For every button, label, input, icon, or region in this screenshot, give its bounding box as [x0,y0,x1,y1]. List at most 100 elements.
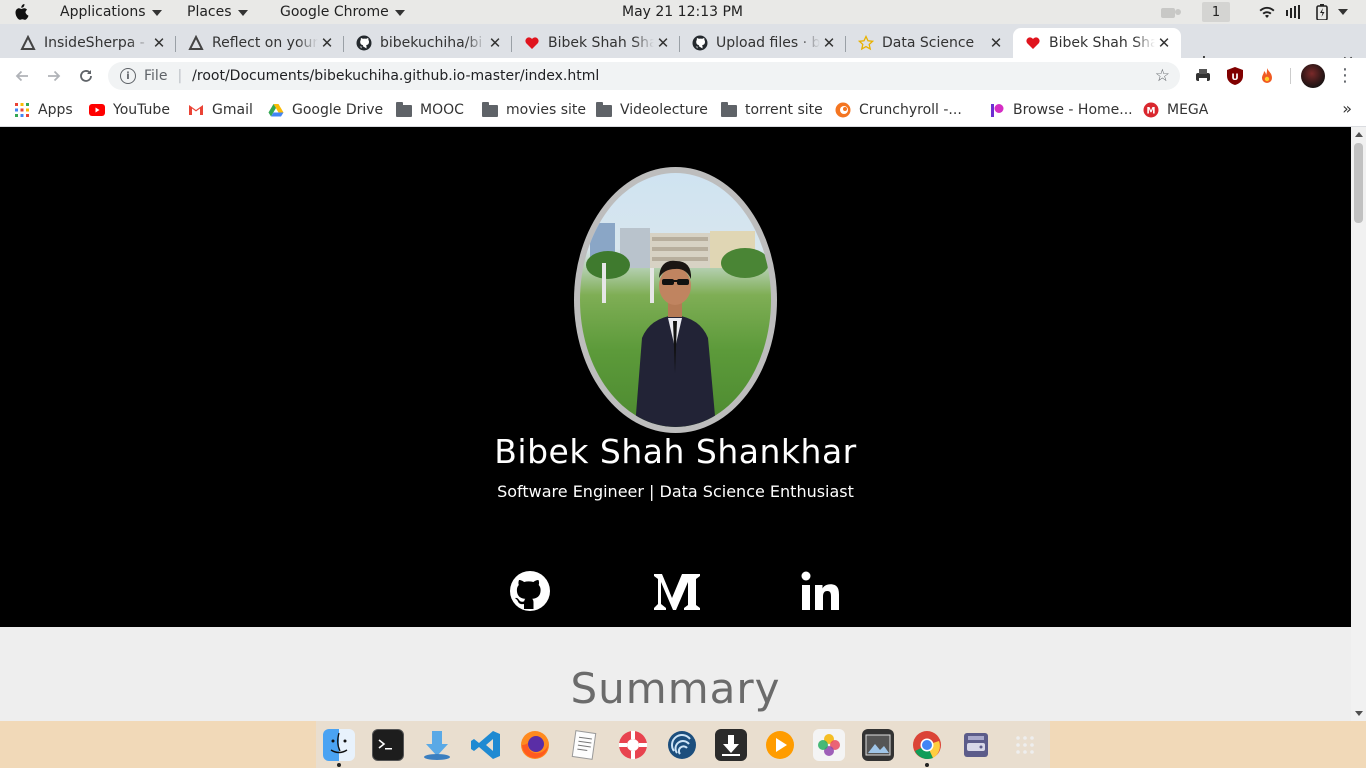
battery-icon[interactable] [1314,4,1330,20]
folder-icon [721,102,737,118]
tab-bibek-site-active[interactable]: Bibek Shah Sha ✕ [1013,28,1181,58]
bookmark-apps[interactable]: Apps [14,100,73,120]
tab-strip: InsideSherpa - ✕ Reflect on your ✕ bibek… [0,24,1366,75]
profile-photo [574,167,777,433]
bookmark-label: Videolecture [620,102,708,118]
camera-indicator-icon [1161,8,1181,18]
applications-menu[interactable]: Applications [60,0,162,24]
bookmark-folder-mooc[interactable]: MOOC [396,100,464,120]
download-manager-icon[interactable] [715,729,747,761]
app-grid-icon[interactable] [1009,729,1041,761]
downloader-icon[interactable] [421,729,453,761]
svg-text:M: M [1147,107,1156,117]
bookmark-gmail[interactable]: Gmail [188,100,253,120]
menu-kebab-icon[interactable]: ⋮ [1336,66,1354,86]
bookmark-label: Browse - Home... [1013,102,1133,118]
close-icon[interactable]: ✕ [150,34,168,52]
bookmarks-bar: Apps YouTube Gmail Google Drive MOOC mov… [0,94,1366,127]
url-divider: | [177,68,183,84]
terminal-icon[interactable] [372,729,404,761]
medium-icon[interactable] [654,570,700,612]
bookmark-google-drive[interactable]: Google Drive [268,100,383,120]
address-bar[interactable]: i File | /root/Documents/bibekuchiha.git… [108,62,1180,90]
bookmark-label: YouTube [113,102,170,118]
volume-icon[interactable] [1285,4,1303,20]
star-icon [858,35,874,51]
media-player-icon[interactable] [764,729,796,761]
scroll-up-arrow-icon[interactable] [1355,132,1363,137]
close-icon[interactable]: ✕ [987,34,1005,52]
applications-menu-label: Applications [60,4,146,20]
reload-icon [80,70,92,82]
bookmark-patreon[interactable]: Browse - Home... [989,100,1133,120]
bookmark-folder-movies-site[interactable]: movies site [482,100,586,120]
close-icon[interactable]: ✕ [318,34,336,52]
chevron-down-icon [151,10,162,16]
vertical-scrollbar[interactable] [1351,127,1366,721]
mega-icon: M [1143,102,1159,118]
bookmark-folder-torrent-site[interactable]: torrent site [721,100,823,120]
clock[interactable]: May 21 12:13 PM [622,0,743,24]
arrow-left-icon [15,70,28,82]
tab-data-science[interactable]: Data Science ✕ [846,28,1013,58]
tab-bibek-site[interactable]: Bibek Shah Sha ✕ [512,28,680,58]
photos-icon[interactable] [813,729,845,761]
section-heading-summary: Summary [570,664,781,713]
bookmarks-overflow-chevron-icon[interactable]: » [1342,99,1352,118]
places-menu-label: Places [187,4,232,20]
bookmark-label: Crunchyroll -... [859,102,962,118]
forward-button[interactable] [44,66,64,86]
firefox-icon[interactable] [519,729,551,761]
youtube-icon [89,102,105,118]
insidesherpa-icon [188,35,204,51]
text-editor-icon[interactable] [568,729,600,761]
extension-printer-icon[interactable] [1193,66,1213,86]
chrome-icon[interactable] [911,729,943,761]
image-viewer-icon[interactable] [862,729,894,761]
browser-swirl-icon[interactable] [666,729,698,761]
close-icon[interactable]: ✕ [486,34,504,52]
reload-button[interactable] [76,66,96,86]
linkedin-icon[interactable] [800,570,842,612]
bookmark-mega[interactable]: M MEGA [1143,100,1208,120]
apple-icon[interactable] [14,3,30,21]
workspace-indicator[interactable]: 1 [1202,2,1230,22]
bookmark-star-icon[interactable]: ☆ [1155,67,1170,85]
back-button[interactable] [12,66,32,86]
tab-insidesherpa[interactable]: InsideSherpa - ✕ [0,28,176,58]
close-icon[interactable]: ✕ [654,34,672,52]
ublock-icon[interactable]: U [1225,66,1245,86]
tab-upload-files[interactable]: Upload files · bi ✕ [680,28,846,58]
help-lifebuoy-icon[interactable] [617,729,649,761]
app-menu[interactable]: Google Chrome [280,0,405,24]
chevron-down-icon [394,10,405,16]
close-icon[interactable]: ✕ [1155,34,1173,52]
places-menu[interactable]: Places [187,0,248,24]
svg-text:U: U [1231,73,1238,83]
url-text[interactable]: /root/Documents/bibekuchiha.github.io-ma… [192,68,599,84]
close-icon[interactable]: ✕ [820,34,838,52]
system-menu-chevron-icon[interactable] [1338,9,1348,15]
info-icon[interactable]: i [120,68,136,84]
finder-icon[interactable] [323,729,355,761]
bookmark-label: movies site [506,102,587,118]
bookmark-label: Apps [38,102,73,118]
folder-icon [482,102,498,118]
arrow-right-icon [48,70,61,82]
bookmark-folder-videolecture[interactable]: Videolecture [596,100,708,120]
bookmark-crunchyroll[interactable]: Crunchyroll -... [835,100,962,120]
github-icon[interactable] [509,570,551,612]
extension-fire-icon[interactable] [1257,66,1277,86]
wifi-icon[interactable] [1258,4,1276,20]
scroll-down-arrow-icon[interactable] [1355,711,1363,716]
vscode-icon[interactable] [470,729,502,761]
scrollbar-thumb[interactable] [1354,143,1363,223]
tab-github-repo[interactable]: bibekuchiha/bi ✕ [344,28,512,58]
patreon-icon [989,102,1005,118]
tab-reflect[interactable]: Reflect on your ✕ [176,28,344,58]
bookmark-label: Gmail [212,102,253,118]
disk-utility-icon[interactable] [960,729,992,761]
profile-avatar[interactable] [1301,64,1325,88]
running-indicator [925,763,929,767]
bookmark-youtube[interactable]: YouTube [89,100,170,120]
